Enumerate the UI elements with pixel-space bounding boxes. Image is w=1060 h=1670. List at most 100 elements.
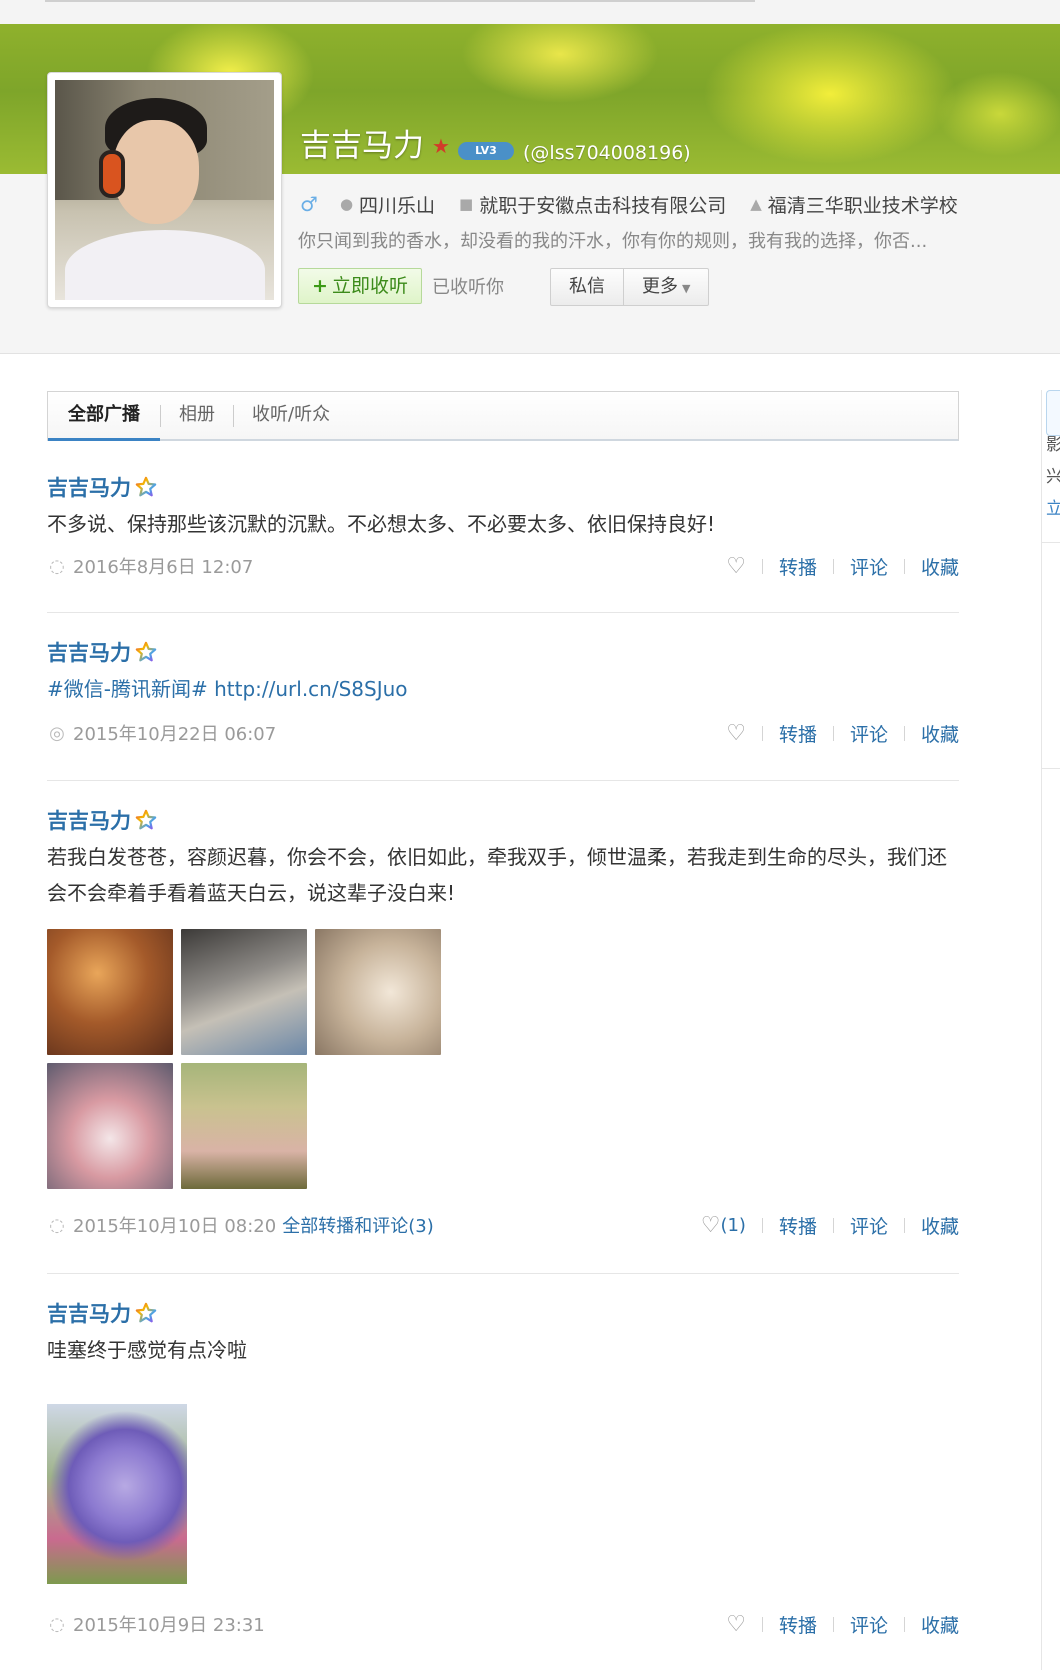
more-button-label: 更多 <box>642 276 678 297</box>
level-badge-text: LV3 <box>475 144 497 157</box>
vip-star-icon <box>135 476 157 498</box>
action-divider <box>832 1217 834 1233</box>
profile-location: 四川乐山 <box>359 194 436 217</box>
post-photo[interactable] <box>47 929 173 1055</box>
like-count[interactable]: (1) <box>720 1215 746 1236</box>
post-meta: ◌ 2015年10月9日 23:31 ♡ 转播 评论 收藏 <box>47 1610 959 1638</box>
post-meta-left: ◌ 2015年10月9日 23:31 <box>47 1611 265 1637</box>
post-author-name[interactable]: 吉吉马力 <box>47 1298 131 1328</box>
post-author-name[interactable]: 吉吉马力 <box>47 805 131 835</box>
heart-icon[interactable]: ♡ <box>726 721 746 746</box>
right-sidebar: 影 兴 立 <box>1041 390 1060 1670</box>
feed-tabs: 全部广播 相册 收听/听众 <box>47 391 959 441</box>
post-author-row: 吉吉马力 <box>47 635 959 669</box>
repost-button[interactable]: 转播 <box>779 553 817 580</box>
star-icon: ★ <box>432 134 450 158</box>
post-content: #微信-腾讯新闻# http://url.cn/S8SJuo <box>47 671 959 707</box>
action-divider <box>903 1616 905 1632</box>
post-meta: ◌ 2016年8月6日 12:07 ♡ 转播 评论 收藏 <box>47 552 959 580</box>
top-bar-line <box>45 0 755 2</box>
comment-button[interactable]: 评论 <box>850 720 888 747</box>
post-actions: ♡ (1) 转播 评论 收藏 <box>701 1212 959 1239</box>
post-photo-grid <box>47 929 959 1189</box>
heart-icon[interactable]: ♡ <box>726 554 746 579</box>
favorite-button[interactable]: 收藏 <box>921 1611 959 1638</box>
plus-icon: + <box>312 275 328 297</box>
profile-button-group: 私信 更多 ▼ <box>550 268 710 306</box>
profile-handle: (@lss704008196) <box>523 142 691 164</box>
post-actions: ♡ 转播 评论 收藏 <box>726 553 959 580</box>
more-button[interactable]: 更多 ▼ <box>623 269 708 305</box>
action-divider <box>832 558 834 574</box>
followed-status: 已收听你 <box>432 277 504 298</box>
vip-star-icon <box>135 641 157 663</box>
post-author-row: 吉吉马力 <box>47 470 959 504</box>
action-divider <box>832 1616 834 1632</box>
comment-button[interactable]: 评论 <box>850 1212 888 1239</box>
repost-button[interactable]: 转播 <box>779 1212 817 1239</box>
profile-info-row: ♂ ● 四川乐山 ■ 就职于安徽点击科技有限公司 ▲ 福清三华职业技术学校 <box>300 192 982 217</box>
post-author-row: 吉吉马力 <box>47 1296 959 1330</box>
post-photo[interactable] <box>315 929 441 1055</box>
follow-button[interactable]: + 立即收听 <box>298 268 422 304</box>
post-photo[interactable] <box>47 1404 187 1584</box>
action-divider <box>832 725 834 741</box>
vip-star-icon <box>135 1302 157 1324</box>
post-meta-left: ◌ 2016年8月6日 12:07 <box>47 553 253 579</box>
action-divider <box>761 558 763 574</box>
comment-button[interactable]: 评论 <box>850 553 888 580</box>
sidebar-divider <box>1042 542 1060 543</box>
heart-icon[interactable]: ♡ <box>726 1612 746 1637</box>
broadcast-feed: 吉吉马力 不多说、保持那些该沉默的沉默。不必想太多、不必要太多、依旧保持良好! … <box>47 470 959 1637</box>
repost-button[interactable]: 转播 <box>779 720 817 747</box>
avatar-face <box>113 120 199 224</box>
qq-icon: ◌ <box>49 555 65 577</box>
favorite-button[interactable]: 收藏 <box>921 553 959 580</box>
qq-icon: ◌ <box>49 1214 65 1236</box>
post-url-link[interactable]: http://url.cn/S8SJuo <box>214 677 407 701</box>
level-badge[interactable]: LV3 <box>458 142 514 160</box>
sidebar-link[interactable]: 立 <box>1046 494 1060 519</box>
post-time[interactable]: 2015年10月9日 23:31 <box>73 1611 265 1637</box>
profile-school: 福清三华职业技术学校 <box>767 194 958 217</box>
favorite-button[interactable]: 收藏 <box>921 720 959 747</box>
profile-bio: 你只闻到我的香水，却没看的我的汗水，你有你的规则，我有我的选择，你否... <box>298 231 928 252</box>
tab-following-followers[interactable]: 收听/听众 <box>234 392 348 439</box>
post-item: 吉吉马力 #微信-腾讯新闻# http://url.cn/S8SJuo ◎ 20… <box>47 613 959 781</box>
message-button[interactable]: 私信 <box>551 269 623 305</box>
post-photo[interactable] <box>181 1063 307 1189</box>
post-time[interactable]: 2015年10月22日 06:07 <box>73 720 276 746</box>
vip-star-icon <box>135 809 157 831</box>
post-photo[interactable] <box>47 1063 173 1189</box>
post-author-row: 吉吉马力 <box>47 803 959 837</box>
avatar-headphone <box>99 150 125 198</box>
sidebar-divider <box>1042 768 1060 769</box>
repost-button[interactable]: 转播 <box>779 1611 817 1638</box>
post-item: 吉吉马力 若我白发苍苍，容颜迟暮，你会不会，依旧如此，牵我双手，倾世温柔，若我走… <box>47 781 959 1274</box>
post-item: 吉吉马力 不多说、保持那些该沉默的沉默。不必想太多、不必要太多、依旧保持良好! … <box>47 470 959 613</box>
post-meta: ◎ 2015年10月22日 06:07 ♡ 转播 评论 收藏 <box>47 719 959 747</box>
post-author-name[interactable]: 吉吉马力 <box>47 472 131 502</box>
avatar-shirt <box>65 230 265 300</box>
post-time[interactable]: 2015年10月10日 08:20 <box>73 1212 276 1238</box>
tab-all-broadcasts[interactable]: 全部广播 <box>48 392 160 441</box>
action-divider <box>903 1217 905 1233</box>
qq-icon: ◌ <box>49 1613 65 1635</box>
top-bar <box>0 0 1060 24</box>
post-content: 若我白发苍苍，容颜迟暮，你会不会，依旧如此，牵我双手，倾世温柔，若我走到生命的尽… <box>47 845 947 905</box>
heart-icon[interactable]: ♡ <box>701 1213 721 1238</box>
favorite-button[interactable]: 收藏 <box>921 1212 959 1239</box>
comment-button[interactable]: 评论 <box>850 1611 888 1638</box>
post-topic-link[interactable]: #微信-腾讯新闻# <box>47 677 208 701</box>
tab-album[interactable]: 相册 <box>161 392 233 439</box>
post-author-name[interactable]: 吉吉马力 <box>47 637 131 667</box>
post-photo[interactable] <box>181 929 307 1055</box>
sidebar-text-1: 影 <box>1046 435 1060 455</box>
all-reposts-comments-link[interactable]: 全部转播和评论(3) <box>282 1212 434 1238</box>
post-time[interactable]: 2016年8月6日 12:07 <box>73 553 253 579</box>
avatar[interactable] <box>47 72 282 308</box>
wechat-icon: ◎ <box>49 722 65 744</box>
action-divider <box>761 1616 763 1632</box>
post-content: 不多说、保持那些该沉默的沉默。不必想太多、不必要太多、依旧保持良好! <box>47 512 716 536</box>
location-pin-icon: ● <box>339 195 354 213</box>
